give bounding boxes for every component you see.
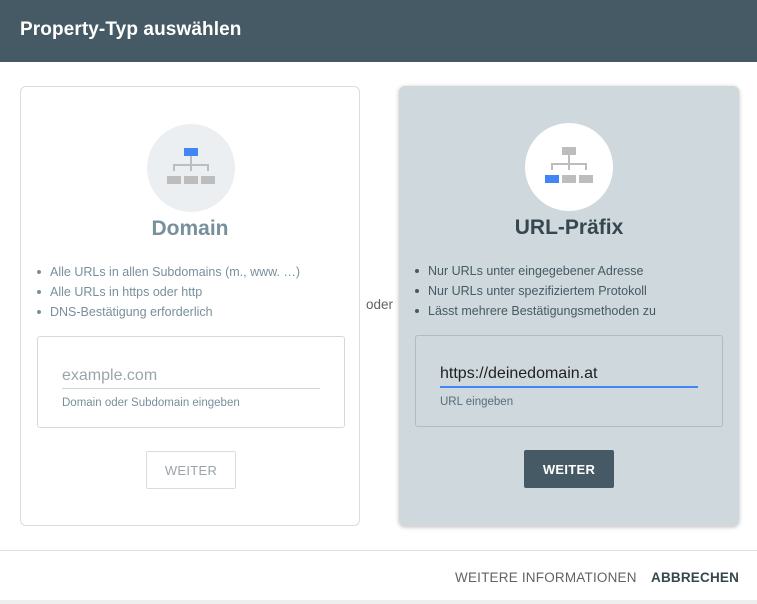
url-input[interactable]: [440, 362, 698, 388]
domain-continue-button[interactable]: WEITER: [146, 451, 236, 489]
domain-card-title: Domain: [151, 217, 229, 240]
or-separator: oder: [366, 297, 394, 312]
background-page-edge: [0, 600, 757, 604]
url-input-container: URL eingeben: [415, 335, 723, 427]
list-item: Lässt mehrere Bestätigungsmethoden zu: [415, 301, 656, 321]
url-prefix-feature-list: Nur URLs unter eingegebener Adresse Nur …: [415, 261, 656, 321]
list-item: Nur URLs unter spezifiziertem Protokoll: [415, 281, 656, 301]
dialog-header: Property-Typ auswählen: [0, 0, 757, 62]
url-input-helper: URL eingeben: [440, 396, 514, 408]
url-prefix-continue-button[interactable]: WEITER: [524, 450, 614, 488]
url-prefix-card-title: URL-Präfix: [514, 216, 624, 239]
more-info-button[interactable]: WEITERE INFORMATIONEN: [455, 567, 637, 587]
cancel-button[interactable]: ABBRECHEN: [651, 567, 739, 587]
domain-input-helper: Domain oder Subdomain eingeben: [62, 397, 240, 409]
domain-property-card[interactable]: Domain Alle URLs in allen Subdomains (m.…: [20, 86, 360, 526]
list-item: DNS-Bestätigung erforderlich: [36, 302, 300, 322]
domain-input[interactable]: [62, 363, 320, 389]
sitemap-child-highlighted-icon: [525, 123, 613, 211]
url-prefix-property-card[interactable]: URL-Präfix Nur URLs unter eingegebener A…: [399, 86, 739, 526]
list-item: Alle URLs in allen Subdomains (m., www. …: [36, 262, 300, 282]
list-item: Nur URLs unter eingegebener Adresse: [415, 261, 656, 281]
list-item: Alle URLs in https oder http: [36, 282, 300, 302]
domain-feature-list: Alle URLs in allen Subdomains (m., www. …: [36, 262, 300, 322]
sitemap-root-highlighted-icon: [147, 124, 235, 212]
footer-divider: [0, 550, 757, 551]
dialog-title: Property-Typ auswählen: [20, 19, 242, 40]
domain-input-container: Domain oder Subdomain eingeben: [37, 336, 345, 428]
